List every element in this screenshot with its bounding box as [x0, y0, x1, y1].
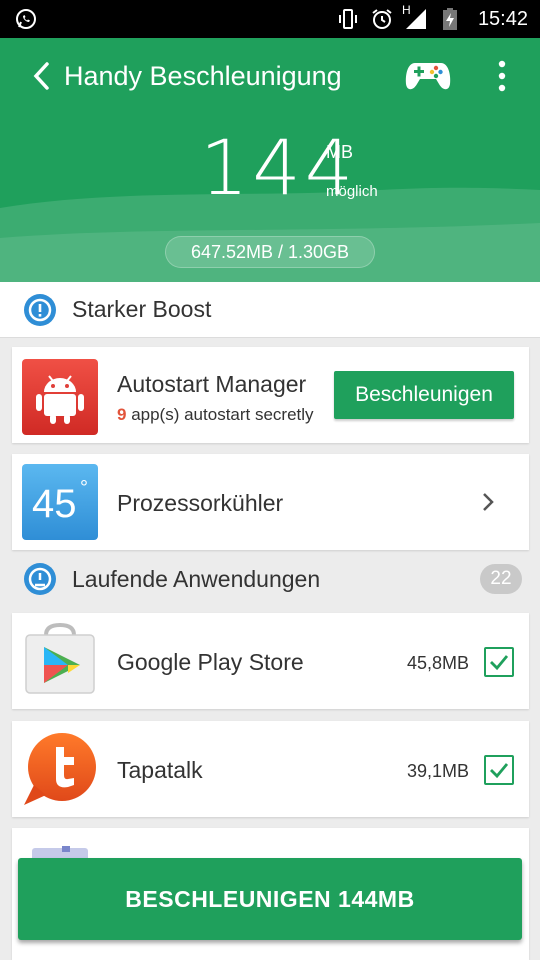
vibrate-icon	[336, 7, 360, 31]
alarm-icon	[370, 7, 394, 31]
more-options-button[interactable]	[488, 56, 516, 96]
strong-boost-title: Starker Boost	[72, 296, 212, 322]
running-apps-count-badge: 22	[480, 564, 522, 594]
game-boost-button[interactable]	[404, 56, 452, 96]
whatsapp-icon	[14, 7, 38, 31]
autostart-title: Autostart Manager	[117, 371, 307, 397]
app-row-play-store[interactable]: Google Play Store 45,8MB	[12, 613, 529, 709]
speedometer-icon	[24, 563, 56, 595]
more-vert-icon	[498, 60, 506, 92]
info-icon	[24, 293, 56, 326]
cpu-temp-unit: °	[80, 477, 88, 499]
app-row-tapatalk[interactable]: Tapatalk 39,1MB	[12, 721, 529, 817]
autostart-subtitle: 9 app(s) autostart secretly	[117, 405, 314, 425]
back-button[interactable]	[22, 56, 62, 96]
toolbar: Handy Beschleunigung	[0, 38, 540, 114]
cpu-cooler-card[interactable]: 45 ° Prozessorkühler	[12, 454, 529, 550]
signal-icon: H	[402, 3, 428, 31]
app-select-checkbox[interactable]	[484, 755, 514, 785]
app-select-checkbox[interactable]	[484, 647, 514, 677]
gamepad-icon	[405, 63, 451, 90]
app-memory-size: 39,1MB	[406, 761, 469, 781]
cpu-temp-value: 45	[32, 482, 77, 526]
boost-unit: MB	[326, 142, 353, 162]
chevron-right-icon[interactable]	[478, 490, 498, 514]
memory-usage-pill: 647.52MB / 1.30GB	[165, 236, 375, 268]
autostart-subtitle-text: app(s) autostart secretly	[126, 405, 314, 424]
check-icon	[490, 763, 509, 779]
network-type-label: H	[401, 3, 411, 17]
running-apps-section-header: Laufende Anwendungen 22	[0, 551, 540, 607]
temperature-icon: 45 °	[22, 464, 98, 540]
autostart-accelerate-button[interactable]: Beschleunigen	[334, 371, 514, 419]
running-apps-title: Laufende Anwendungen	[72, 565, 321, 592]
clock: 15:42	[477, 7, 528, 30]
back-arrow-icon	[33, 62, 49, 90]
check-icon	[490, 655, 509, 671]
boost-caption: möglich	[326, 183, 378, 200]
status-bar: H 15:42	[0, 0, 540, 38]
android-icon	[22, 359, 98, 435]
cpu-cooler-title: Prozessorkühler	[117, 490, 284, 516]
boost-header: Handy Beschleunigung 144 MB möglich 647.…	[0, 38, 540, 282]
strong-boost-section-header: Starker Boost	[0, 282, 540, 338]
battery-charging-icon	[438, 7, 462, 31]
autostart-manager-card[interactable]: Autostart Manager 9 app(s) autostart sec…	[12, 347, 529, 443]
page-title: Handy Beschleunigung	[64, 60, 342, 91]
accelerate-all-button[interactable]: BESCHLEUNIGEN 144MB	[18, 858, 522, 940]
app-memory-size: 45,8MB	[406, 653, 469, 673]
